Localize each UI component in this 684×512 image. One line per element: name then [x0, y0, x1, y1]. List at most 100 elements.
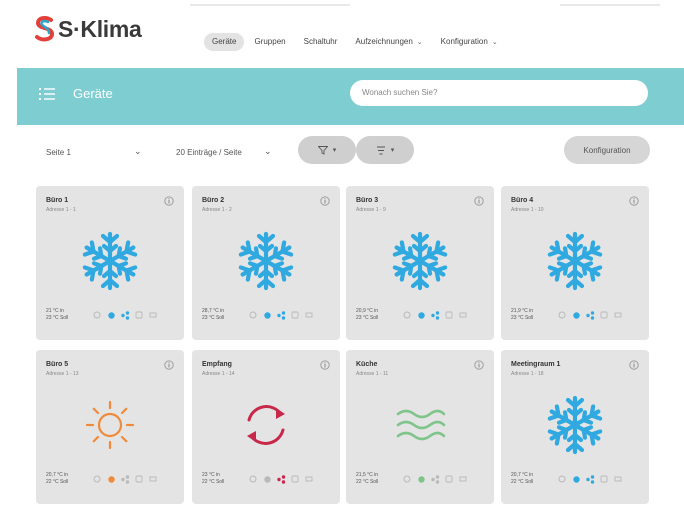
device-name: Büro 5 — [46, 361, 69, 368]
target-temperature: 23 °C Soll — [356, 315, 379, 321]
temperature-readout: 21,5 °C in 22 °C Soll — [356, 472, 378, 486]
nav-geraete[interactable]: Geräte — [204, 33, 245, 51]
device-card[interactable]: Empfang Adresse 1 - 14 23 °C in 22 °C Soll — [192, 350, 340, 504]
settings-icon[interactable] — [304, 310, 314, 320]
s-logo-icon — [35, 16, 55, 42]
temperature-readout: 20,9 °C in 23 °C Soll — [356, 308, 378, 322]
target-temperature: 22 °C Soll — [511, 479, 534, 485]
nav-schaltuhr[interactable]: Schaltuhr — [296, 33, 346, 51]
chevron-down-icon: ⌄ — [491, 39, 498, 46]
nav-aufzeichnungen[interactable]: Aufzeichnungen ⌄ — [347, 33, 430, 51]
settings-icon[interactable] — [304, 474, 314, 484]
info-icon[interactable] — [320, 196, 330, 206]
device-card[interactable]: Büro 1 Adresse 1 - 1 21 °C in 23 °C Soll — [36, 186, 184, 340]
page-select-value: Seite 1 — [46, 147, 71, 157]
mode-controls — [248, 474, 314, 484]
mode-off-icon[interactable] — [134, 474, 144, 484]
device-name: Büro 1 — [46, 197, 69, 204]
brand-logo[interactable]: S·Klima — [34, 14, 142, 44]
settings-icon[interactable] — [148, 310, 158, 320]
info-icon[interactable] — [474, 360, 484, 370]
page-select[interactable]: Seite 1 ⌄ — [46, 142, 150, 162]
settings-icon[interactable] — [458, 474, 468, 484]
mode-auto-icon[interactable] — [402, 474, 412, 484]
list-menu-icon[interactable] — [39, 87, 57, 101]
fan-icon[interactable] — [430, 310, 440, 320]
settings-icon[interactable] — [458, 310, 468, 320]
fan-icon[interactable] — [276, 474, 286, 484]
device-card[interactable]: Büro 2 Adresse 1 - 2 28,7 °C in 23 °C Soll — [192, 186, 340, 340]
mode-cool-icon[interactable] — [262, 474, 272, 484]
nav-konfiguration[interactable]: Konfiguration ⌄ — [433, 33, 506, 51]
info-icon[interactable] — [474, 196, 484, 206]
mode-auto-icon[interactable] — [92, 474, 102, 484]
toolbar: Seite 1 ⌄ 20 Einträge / Seite ⌄ ▾ ▾ Konf… — [0, 136, 684, 168]
info-icon[interactable] — [164, 196, 174, 206]
mode-off-icon[interactable] — [290, 310, 300, 320]
current-temperature: 20,7 °C in — [46, 472, 69, 478]
fan-icon[interactable] — [120, 474, 130, 484]
target-temperature: 23 °C Soll — [46, 315, 69, 321]
mode-off-icon[interactable] — [290, 474, 300, 484]
nav-label: Konfiguration — [440, 37, 488, 46]
info-icon[interactable] — [164, 360, 174, 370]
mode-off-icon[interactable] — [444, 310, 454, 320]
chevron-down-icon: ⌄ — [264, 146, 272, 156]
sun-icon — [80, 394, 140, 456]
mode-off-icon[interactable] — [134, 310, 144, 320]
device-card[interactable]: Büro 5 Adresse 1 - 13 20,7 °C in 22 °C Soll — [36, 350, 184, 504]
device-name: Meetingraum 1 — [511, 361, 561, 368]
device-card[interactable]: Büro 4 Adresse 1 - 10 21,9 °C in 23 °C Soll — [501, 186, 649, 340]
top-navigation: S·Klima Geräte Gruppen Schaltuhr Aufzeic… — [0, 0, 684, 68]
mode-off-icon[interactable] — [599, 474, 609, 484]
konfiguration-button[interactable]: Konfiguration — [564, 136, 650, 164]
current-temperature: 28,7 °C in — [202, 308, 225, 314]
settings-icon[interactable] — [613, 474, 623, 484]
settings-icon[interactable] — [148, 474, 158, 484]
mode-auto-icon[interactable] — [248, 474, 258, 484]
auto-cycle-icon — [236, 394, 296, 456]
mode-cool-icon[interactable] — [571, 310, 581, 320]
device-address: Adresse 1 - 2 — [202, 207, 232, 213]
device-card[interactable]: Büro 3 Adresse 1 - 9 20,9 °C in 23 °C Soll — [346, 186, 494, 340]
sort-button[interactable]: ▾ — [356, 136, 414, 164]
fan-waves-icon — [390, 394, 450, 456]
mode-cool-icon[interactable] — [571, 474, 581, 484]
target-temperature: 22 °C Soll — [46, 479, 69, 485]
mode-controls — [557, 310, 623, 320]
info-icon[interactable] — [629, 360, 639, 370]
fan-icon[interactable] — [120, 310, 130, 320]
settings-icon[interactable] — [613, 310, 623, 320]
mode-auto-icon[interactable] — [402, 310, 412, 320]
mode-auto-icon[interactable] — [557, 310, 567, 320]
mode-controls — [402, 310, 468, 320]
snowflake-icon — [545, 230, 605, 292]
mode-cool-icon[interactable] — [106, 310, 116, 320]
search-input[interactable]: Wonach suchen Sie? — [350, 80, 648, 106]
target-temperature: 23 °C Soll — [511, 315, 534, 321]
per-page-select[interactable]: 20 Einträge / Seite ⌄ — [176, 142, 280, 162]
mode-cool-icon[interactable] — [416, 474, 426, 484]
current-temperature: 20,7 °C in — [511, 472, 534, 478]
mode-auto-icon[interactable] — [92, 310, 102, 320]
device-card[interactable]: Küche Adresse 1 - 11 21,5 °C in 22 °C Soll — [346, 350, 494, 504]
fan-icon[interactable] — [585, 310, 595, 320]
mode-cool-icon[interactable] — [262, 310, 272, 320]
mode-cool-icon[interactable] — [106, 474, 116, 484]
fan-icon[interactable] — [276, 310, 286, 320]
mode-auto-icon[interactable] — [557, 474, 567, 484]
topbar-hint — [560, 4, 660, 6]
nav-label: Schaltuhr — [303, 37, 338, 46]
device-address: Adresse 1 - 14 — [202, 371, 235, 377]
mode-auto-icon[interactable] — [248, 310, 258, 320]
info-icon[interactable] — [320, 360, 330, 370]
mode-off-icon[interactable] — [599, 310, 609, 320]
info-icon[interactable] — [629, 196, 639, 206]
device-card[interactable]: Meetingraum 1 Adresse 1 - 18 20,7 °C in 22 … — [501, 350, 649, 504]
fan-icon[interactable] — [585, 474, 595, 484]
mode-off-icon[interactable] — [444, 474, 454, 484]
filter-button[interactable]: ▾ — [298, 136, 356, 164]
nav-gruppen[interactable]: Gruppen — [246, 33, 293, 51]
mode-cool-icon[interactable] — [416, 310, 426, 320]
fan-icon[interactable] — [430, 474, 440, 484]
